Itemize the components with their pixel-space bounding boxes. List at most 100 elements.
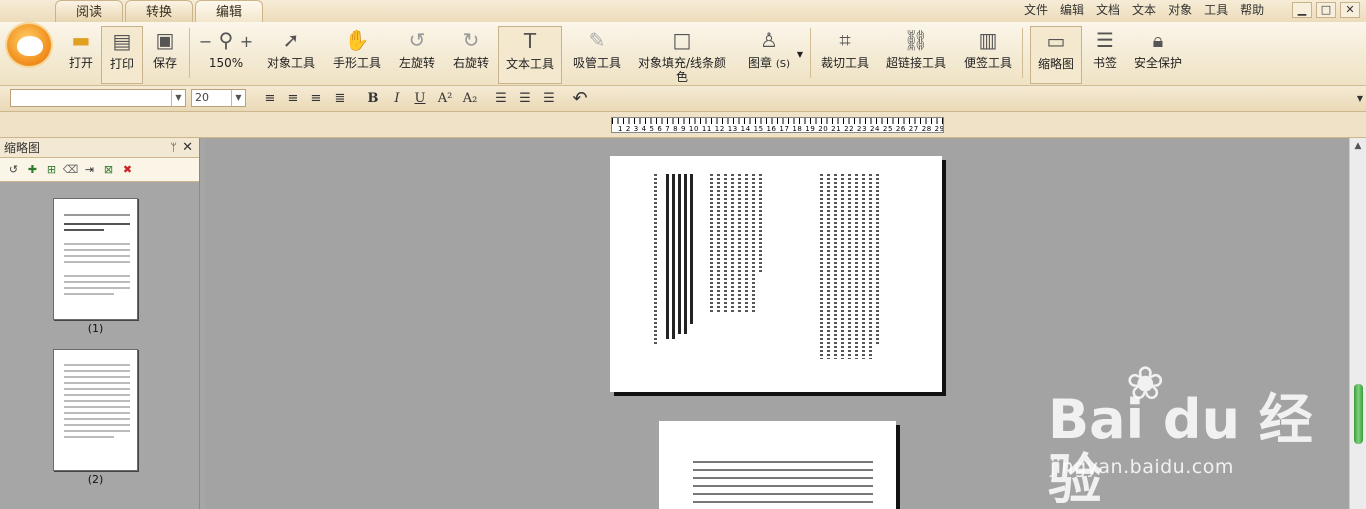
selected-text-column	[672, 174, 675, 339]
zoom-out-button[interactable]: −	[199, 32, 212, 51]
text-column	[752, 174, 755, 314]
menu-help[interactable]: 帮助	[1240, 2, 1264, 18]
hand-tool-button[interactable]: ✋ 手形工具	[330, 26, 384, 84]
font-size-select[interactable]: 20 ▼	[191, 89, 246, 107]
separator	[810, 28, 811, 78]
horizontal-ruler: 1 2 3 4 5 6 7 8 9 10 11 12 13 14 15 16 1…	[611, 117, 944, 133]
ruler-bar: 1 2 3 4 5 6 7 8 9 10 11 12 13 14 15 16 1…	[0, 112, 1366, 138]
delete-page-icon[interactable]: ✖	[118, 162, 137, 178]
undo-arrow-icon: ↶	[572, 88, 588, 109]
minimize-button[interactable]: ▁	[1292, 2, 1312, 18]
line-spacing-1-button[interactable]: ☰	[491, 90, 511, 108]
italic-button[interactable]: I	[387, 90, 407, 108]
page-thumbnail-2[interactable]	[53, 349, 138, 471]
line-spacing-3-button[interactable]: ☰	[539, 90, 559, 108]
folder-icon: ▬	[71, 28, 91, 52]
bookmark-button[interactable]: ☰ 书签	[1088, 26, 1122, 84]
extract-page-icon[interactable]: ⇥	[80, 162, 99, 178]
crop-tool-button[interactable]: ⌗ 裁切工具	[818, 26, 872, 84]
maximize-button[interactable]: □	[1316, 2, 1336, 18]
main-toolbar: ▬ 打开 ▤ 打印 ▣ 保存 − ⚲ + 150% ➚ 对象工具 ✋ 手形工具 …	[0, 22, 1366, 86]
panel-close-button[interactable]: ✕	[182, 138, 193, 158]
thumbnail-panel-button[interactable]: ▭ 缩略图	[1030, 26, 1082, 84]
tab-edit[interactable]: 编辑	[195, 0, 263, 22]
stamp-button[interactable]: ♙ 图章 (S)	[740, 26, 798, 84]
close-window-button[interactable]: ✕	[1340, 2, 1360, 18]
underline-button[interactable]: U	[410, 90, 430, 108]
menu-bar: 文件 编辑 文档 文本 对象 工具 帮助	[1018, 2, 1270, 18]
undo-button[interactable]: ↶	[570, 90, 590, 108]
page-thumbnail-1[interactable]	[53, 198, 138, 320]
chevron-down-icon: ▼	[231, 90, 245, 106]
text-column	[731, 174, 734, 314]
text-column	[759, 174, 762, 274]
thumbnail-panel: 缩略图 ᛘ ✕ ↺ ✚ ⊞ ⌫ ⇥ ⊠ ✖ (1) (2)	[0, 138, 200, 509]
menu-edit[interactable]: 编辑	[1060, 2, 1084, 18]
format-overflow-button[interactable]: ▼	[1350, 90, 1366, 108]
selected-text-column	[690, 174, 693, 324]
bold-button[interactable]: B	[363, 90, 383, 108]
insert-page-icon[interactable]: ✚	[23, 162, 42, 178]
zoom-control: − ⚲ + 150%	[192, 26, 260, 84]
zoom-icons: − ⚲ +	[192, 28, 260, 52]
scroll-up-icon[interactable]: ▲	[1350, 138, 1366, 154]
printer-icon: ▤	[112, 29, 132, 53]
selected-text-column	[684, 174, 687, 334]
selected-text-column	[678, 174, 681, 334]
tab-convert[interactable]: 转换	[125, 0, 193, 22]
line-spacing-2-button[interactable]: ☰	[515, 90, 535, 108]
justify-button[interactable]: ≣	[330, 90, 350, 108]
print-button[interactable]: ▤ 打印	[101, 26, 143, 84]
replace-page-icon[interactable]: ⊠	[99, 162, 118, 178]
zoom-in-button[interactable]: +	[240, 32, 253, 51]
zoom-value[interactable]: 150%	[192, 56, 260, 70]
text-column	[820, 174, 823, 359]
open-button[interactable]: ▬ 打开	[62, 26, 100, 84]
square-color-icon: □	[672, 28, 692, 52]
menu-object[interactable]: 对象	[1168, 2, 1192, 18]
rotate-left-button[interactable]: ↺ 左旋转	[396, 26, 438, 84]
fill-stroke-color-button[interactable]: □ 对象填充/线条颜 色	[636, 26, 728, 84]
align-left-button[interactable]: ≡	[260, 90, 280, 108]
pin-icon[interactable]: ᛘ	[170, 138, 177, 158]
note-tool-button[interactable]: ▥ 便签工具	[961, 26, 1015, 84]
save-button[interactable]: ▣ 保存	[146, 26, 184, 84]
stamp-dropdown-arrow[interactable]: ▼	[796, 26, 804, 84]
menu-text[interactable]: 文本	[1132, 2, 1156, 18]
text-column	[876, 174, 879, 344]
align-center-button[interactable]: ≡	[283, 90, 303, 108]
line-spacing-icon: ☰	[495, 91, 507, 106]
eyedropper-button[interactable]: ✎ 吸管工具	[570, 26, 624, 84]
page-label-2: (2)	[87, 473, 104, 486]
object-tool-button[interactable]: ➚ 对象工具	[264, 26, 318, 84]
add-page-icon[interactable]: ⊞	[42, 162, 61, 178]
document-page-1[interactable]	[610, 156, 942, 392]
hyperlink-tool-button[interactable]: ⛓ 超链接工具	[884, 26, 948, 84]
text-column	[745, 174, 748, 314]
superscript-button[interactable]: A²	[435, 90, 455, 108]
vertical-scrollbar[interactable]: ▲	[1349, 138, 1366, 509]
erase-icon[interactable]: ⌫	[61, 162, 80, 178]
rotate-page-icon[interactable]: ↺	[4, 162, 23, 178]
rotate-left-icon: ↺	[408, 28, 426, 52]
menu-document[interactable]: 文档	[1096, 2, 1120, 18]
app-logo[interactable]	[5, 22, 53, 68]
text-tool-button[interactable]: T 文本工具	[498, 26, 562, 84]
text-column	[862, 174, 865, 359]
font-name-select[interactable]: ▼	[10, 89, 186, 107]
align-right-button[interactable]: ≡	[306, 90, 326, 108]
title-bar: 阅读 转换 编辑 文件 编辑 文档 文本 对象 工具 帮助 ▁ □ ✕	[0, 0, 1366, 22]
align-right-icon: ≡	[310, 91, 322, 106]
page-label-1: (1)	[87, 322, 104, 335]
scrollbar-thumb[interactable]	[1354, 384, 1363, 444]
tab-read[interactable]: 阅读	[55, 0, 123, 22]
security-button[interactable]: 🔒︎ 安全保护	[1132, 26, 1184, 84]
subscript-button[interactable]: A₂	[460, 90, 480, 108]
menu-file[interactable]: 文件	[1024, 2, 1048, 18]
thumbnail-icon: ▭	[1046, 29, 1066, 53]
text-column	[654, 174, 657, 344]
document-page-2[interactable]	[659, 421, 896, 509]
window-controls: ▁ □ ✕	[1288, 2, 1360, 18]
rotate-right-button[interactable]: ↻ 右旋转	[450, 26, 492, 84]
menu-tools[interactable]: 工具	[1204, 2, 1228, 18]
